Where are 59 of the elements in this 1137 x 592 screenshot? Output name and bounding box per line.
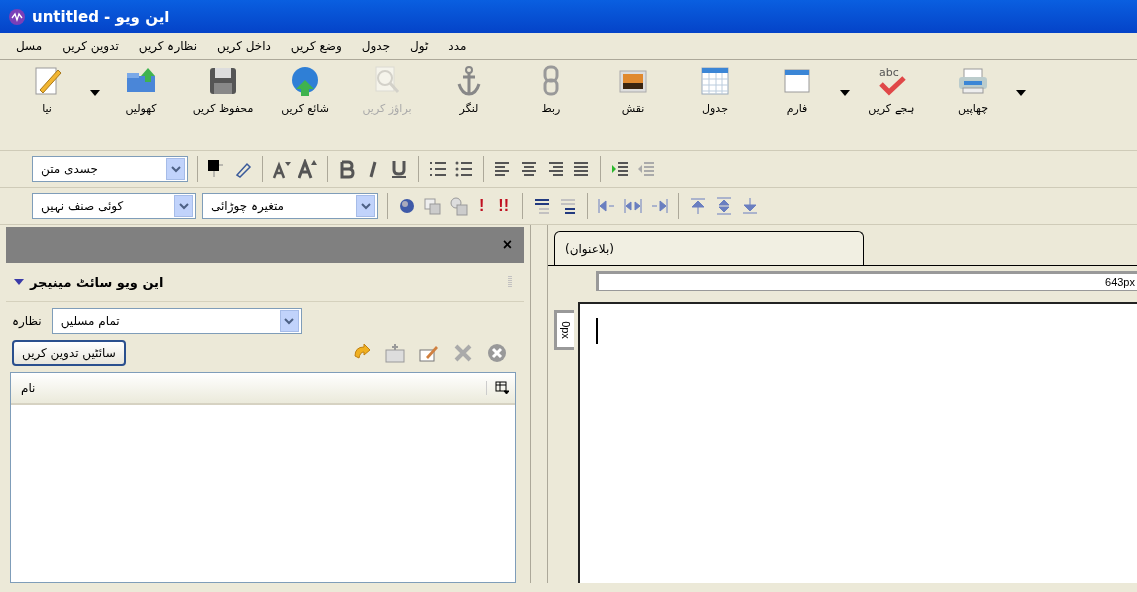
column-header[interactable]: نام xyxy=(21,381,36,395)
edit-sites-button[interactable]: سائٹیں تدوین کریں xyxy=(12,340,126,366)
window-title: untitled - این ویو xyxy=(32,7,170,26)
dropdown-triangle-icon[interactable] xyxy=(14,279,24,285)
menu-item[interactable]: وضع کریں xyxy=(282,37,350,55)
toolbar-button[interactable]: جدول xyxy=(674,64,756,115)
align-box-left-icon[interactable] xyxy=(597,196,617,216)
toolbar-button[interactable]: نقش xyxy=(592,64,674,115)
list-term-icon[interactable] xyxy=(558,196,578,216)
bullet-list-icon[interactable] xyxy=(454,159,474,179)
underline-icon[interactable] xyxy=(389,159,409,179)
toolbar-button[interactable]: محفوظ کریں xyxy=(182,64,264,115)
menu-item[interactable]: جدول xyxy=(353,37,399,55)
indent-icon[interactable] xyxy=(610,159,630,179)
class-select[interactable]: کوئی صنف نہیں xyxy=(32,193,196,219)
view-label: نظارہ xyxy=(12,314,42,328)
font-select[interactable]: متغیرہ چوڑائی xyxy=(202,193,378,219)
table-icon xyxy=(698,64,732,98)
menu-item[interactable]: نظارہ کریں xyxy=(130,37,206,55)
horizontal-ruler: 643px xyxy=(596,271,1137,291)
stop-icon[interactable] xyxy=(486,342,508,364)
align-box-center-icon[interactable] xyxy=(623,196,643,216)
toolbar-button[interactable]: ربط xyxy=(510,64,592,115)
toolbar-button[interactable]: کھولیں xyxy=(100,64,182,115)
align-center-icon[interactable] xyxy=(519,159,539,179)
menu-item[interactable]: داخل کریں xyxy=(209,37,279,55)
align-box-right-icon[interactable] xyxy=(649,196,669,216)
caret-icon[interactable] xyxy=(1016,90,1026,96)
toolbar-button[interactable]: چھاپیں xyxy=(932,64,1014,115)
paragraph-format-select[interactable]: جسدی متن xyxy=(32,156,188,182)
emphasis-button[interactable]: ! xyxy=(475,197,489,215)
column-picker-icon[interactable] xyxy=(486,381,509,395)
align-bottom-icon[interactable] xyxy=(740,196,760,216)
toolbar-button[interactable]: نیا xyxy=(6,64,88,115)
caret-icon[interactable] xyxy=(90,90,100,96)
grip-icon[interactable] xyxy=(508,275,512,289)
menu-item[interactable]: مسل xyxy=(8,37,51,55)
caret-icon[interactable] xyxy=(840,90,850,96)
numbered-list-icon[interactable] xyxy=(428,159,448,179)
vertical-ruler: 0px xyxy=(554,310,574,350)
list-definition-icon[interactable] xyxy=(532,196,552,216)
toolbar-button[interactable]: فارم xyxy=(756,64,838,115)
site-manager-title: این ویو سائٹ مینیجر xyxy=(30,274,164,290)
align-top-icon[interactable] xyxy=(688,196,708,216)
text-cursor xyxy=(596,318,598,344)
justify-icon[interactable] xyxy=(571,159,591,179)
align-middle-icon[interactable] xyxy=(714,196,734,216)
view-select[interactable]: تمام مسلیں xyxy=(51,308,302,334)
smaller-font-icon[interactable] xyxy=(272,159,292,179)
app-logo-icon xyxy=(8,7,26,26)
menu-item[interactable]: ٹول xyxy=(402,37,437,55)
toolbar-button[interactable]: لنگر xyxy=(428,64,510,115)
strong-button[interactable]: !! xyxy=(494,197,513,215)
close-button[interactable]: × xyxy=(500,236,514,254)
menu-item[interactable]: مدد xyxy=(440,37,475,55)
document-tab[interactable]: (بلاعنوان) xyxy=(554,231,864,265)
menu-item[interactable]: تدوین کریں xyxy=(54,37,127,55)
larger-font-icon[interactable] xyxy=(298,159,318,179)
toolbar-button[interactable]: شائع کریں xyxy=(264,64,346,115)
